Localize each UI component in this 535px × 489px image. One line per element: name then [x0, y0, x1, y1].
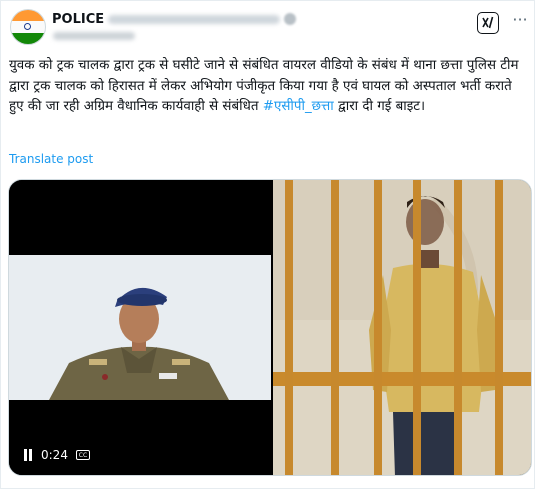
- grok-glyph: [482, 16, 494, 29]
- officer-figure: [9, 255, 271, 400]
- author-name[interactable]: POLICE: [52, 12, 104, 27]
- author-row[interactable]: POLICE: [52, 10, 297, 28]
- video-time: 0:24: [41, 448, 68, 462]
- post-text-tail: द्वारा दी गई बाइट।: [333, 99, 426, 114]
- avatar[interactable]: [10, 9, 46, 45]
- hashtag-link[interactable]: #एसीपी_छत्ता: [263, 99, 334, 114]
- flag-green-band: [11, 32, 45, 44]
- verified-badge-icon: [284, 13, 297, 25]
- grok-icon[interactable]: [477, 12, 499, 34]
- post-text: युवक को ट्रक चालक द्वारा ट्रक से घसीटे ज…: [9, 56, 529, 118]
- author-handle-redacted[interactable]: [53, 32, 135, 40]
- video-controls: 0:24 CC: [23, 448, 90, 462]
- translate-post-link[interactable]: Translate post: [9, 152, 93, 166]
- author-name-redacted: [108, 14, 281, 24]
- flag-saffron-band: [11, 10, 45, 22]
- video-player[interactable]: 0:24 CC: [9, 180, 271, 475]
- post-card: POLICE ··· युवक को ट्रक चालक द्वारा ट्रक…: [0, 0, 535, 489]
- media-grid: 0:24 CC: [8, 179, 532, 476]
- custody-photo[interactable]: [273, 180, 531, 475]
- custody-photo-art: [273, 180, 531, 475]
- chakra-icon: [24, 23, 31, 30]
- captions-icon[interactable]: CC: [75, 450, 90, 460]
- video-frame: [9, 255, 271, 400]
- more-icon[interactable]: ···: [510, 10, 530, 30]
- pause-icon[interactable]: [23, 449, 33, 461]
